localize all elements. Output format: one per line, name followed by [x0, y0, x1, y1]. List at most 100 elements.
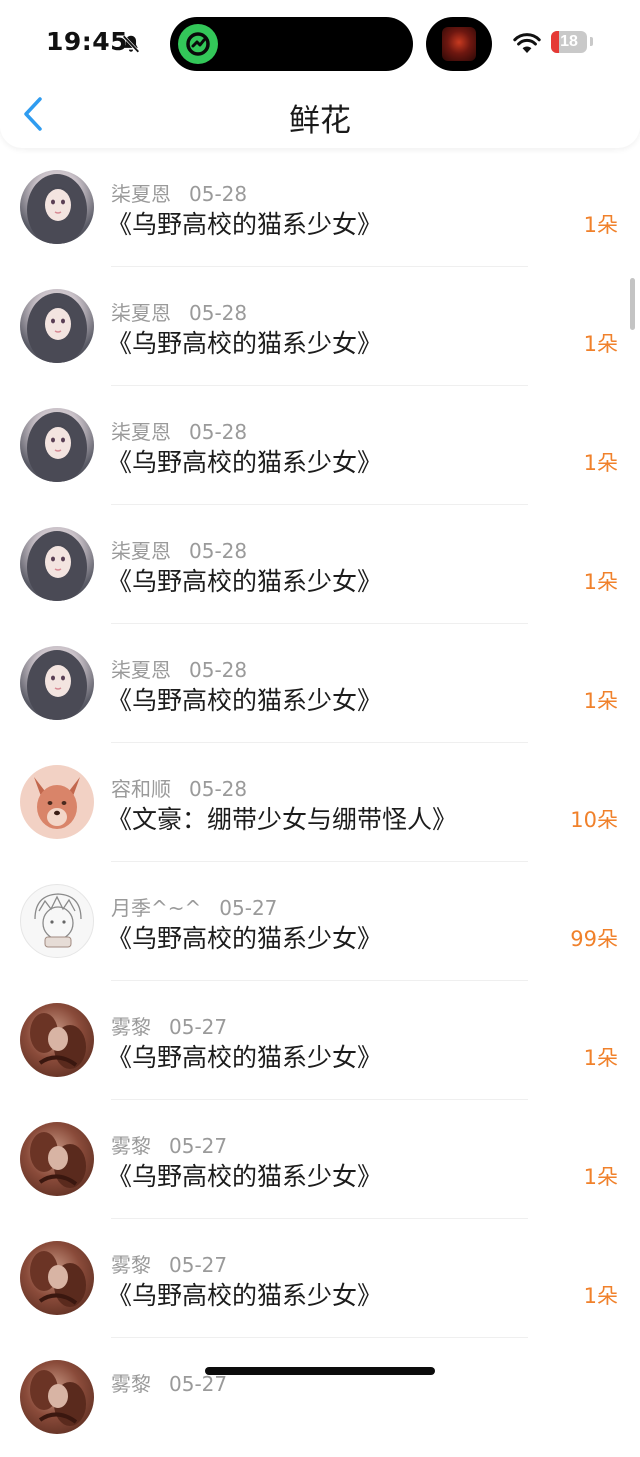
sender-name[interactable]: 柒夏恩	[111, 420, 171, 444]
list-item[interactable]: 柒夏恩 05-28 《乌野高校的猫系少女》 1朵	[0, 386, 640, 505]
list-item[interactable]: 柒夏恩 05-28 《乌野高校的猫系少女》 1朵	[0, 624, 640, 743]
book-title[interactable]: 《乌野高校的猫系少女》	[107, 681, 382, 717]
album-art-icon	[442, 27, 476, 61]
list-item[interactable]: 月季^~^ 05-27 《乌野高校的猫系少女》 99朵	[0, 862, 640, 981]
sender-name[interactable]: 雾黎	[111, 1015, 151, 1039]
sender-name[interactable]: 雾黎	[111, 1134, 151, 1158]
sender-name[interactable]: 柒夏恩	[111, 658, 171, 682]
book-title[interactable]: 《乌野高校的猫系少女》	[107, 324, 382, 360]
flower-amount: 1朵	[583, 213, 618, 237]
record-date: 05-28	[189, 777, 248, 801]
record-meta: 雾黎 05-27	[111, 1249, 227, 1278]
sender-name[interactable]: 柒夏恩	[111, 301, 171, 325]
sender-name[interactable]: 柒夏恩	[111, 182, 171, 206]
brown-avatar-icon	[30, 1251, 86, 1307]
list-item[interactable]: 雾黎 05-27 《乌野高校的猫系少女》 1朵	[0, 981, 640, 1100]
girl-avatar-icon	[27, 531, 87, 601]
flower-amount: 1朵	[583, 1284, 618, 1308]
book-title[interactable]: 《乌野高校的猫系少女》	[107, 205, 382, 241]
book-title[interactable]: 《文豪：绷带少女与绷带怪人》	[107, 800, 457, 836]
book-title[interactable]: 《乌野高校的猫系少女》	[107, 919, 382, 955]
flower-amount: 1朵	[583, 689, 618, 713]
girl-avatar-icon	[27, 412, 87, 482]
record-date: 05-28	[189, 539, 248, 563]
book-title[interactable]: 《乌野高校的猫系少女》	[107, 1276, 382, 1312]
fox-avatar-icon	[34, 777, 80, 829]
record-meta: 柒夏恩 05-28	[111, 654, 247, 683]
list-item[interactable]: 柒夏恩 05-28 《乌野高校的猫系少女》 1朵	[0, 505, 640, 624]
sender-name[interactable]: 容和顺	[111, 777, 171, 801]
brown-avatar-icon	[30, 1132, 86, 1188]
list-item[interactable]: 雾黎 05-27 《乌野高校的猫系少女》 1朵	[0, 1219, 640, 1338]
list-item[interactable]: 雾黎 05-27 《乌野高校的猫系少女》 1朵	[0, 1100, 640, 1219]
book-title[interactable]: 《乌野高校的猫系少女》	[107, 1157, 382, 1193]
avatar[interactable]	[20, 408, 94, 482]
brown-avatar-icon	[30, 1013, 86, 1069]
flower-amount: 10朵	[570, 808, 618, 832]
battery-level: 18	[560, 33, 578, 50]
battery-icon: 18	[551, 31, 587, 53]
avatar[interactable]	[20, 765, 94, 839]
record-date: 05-27	[169, 1134, 228, 1158]
record-meta: 柒夏恩 05-28	[111, 178, 247, 207]
avatar[interactable]	[20, 527, 94, 601]
girl-avatar-icon	[27, 293, 87, 363]
bell-muted-icon	[122, 35, 140, 53]
record-meta: 月季^~^ 05-27	[111, 892, 277, 921]
girl-avatar-icon	[27, 650, 87, 720]
sketch-avatar-icon	[34, 893, 82, 948]
media-thumbnail[interactable]	[426, 17, 492, 71]
avatar[interactable]	[20, 1360, 94, 1434]
list-item[interactable]: 柒夏恩 05-28 《乌野高校的猫系少女》 1朵	[0, 148, 640, 267]
flower-amount: 1朵	[583, 332, 618, 356]
home-indicator[interactable]	[205, 1367, 435, 1375]
book-title[interactable]: 《乌野高校的猫系少女》	[107, 1038, 382, 1074]
flower-amount: 1朵	[583, 570, 618, 594]
sender-name[interactable]: 柒夏恩	[111, 539, 171, 563]
avatar[interactable]	[20, 1122, 94, 1196]
flower-amount: 99朵	[570, 927, 618, 951]
wifi-icon	[513, 33, 541, 53]
record-date: 05-28	[189, 420, 248, 444]
live-activity-app-icon[interactable]	[178, 24, 218, 64]
page-title: 鲜花	[289, 103, 351, 139]
record-meta: 柒夏恩 05-28	[111, 416, 247, 445]
nav-bar: 19:45 18 鲜花	[0, 0, 640, 148]
flower-amount: 1朵	[583, 451, 618, 475]
book-title[interactable]: 《乌野高校的猫系少女》	[107, 443, 382, 479]
sender-name[interactable]: 雾黎	[111, 1372, 151, 1396]
list-item[interactable]: 容和顺 05-28 《文豪：绷带少女与绷带怪人》 10朵	[0, 743, 640, 862]
flower-amount: 1朵	[583, 1165, 618, 1189]
status-bar: 19:45 18	[0, 0, 640, 90]
record-date: 05-28	[189, 658, 248, 682]
brown-avatar-icon	[30, 1370, 86, 1426]
avatar[interactable]	[20, 884, 94, 958]
record-meta: 柒夏恩 05-28	[111, 535, 247, 564]
record-meta: 容和顺 05-28	[111, 773, 247, 802]
record-date: 05-28	[189, 301, 248, 325]
status-time: 19:45	[46, 27, 129, 56]
record-date: 05-27	[219, 896, 278, 920]
record-meta: 雾黎 05-27	[111, 1011, 227, 1040]
record-meta: 柒夏恩 05-28	[111, 297, 247, 326]
sender-name[interactable]: 月季^~^	[111, 896, 201, 920]
record-date: 05-28	[189, 182, 248, 206]
avatar[interactable]	[20, 289, 94, 363]
avatar[interactable]	[20, 170, 94, 244]
record-date: 05-27	[169, 1015, 228, 1039]
scrollbar[interactable]	[630, 278, 635, 330]
record-meta: 雾黎 05-27	[111, 1130, 227, 1159]
avatar[interactable]	[20, 646, 94, 720]
list-item[interactable]: 雾黎 05-27	[0, 1338, 640, 1457]
record-date: 05-27	[169, 1372, 228, 1396]
book-title[interactable]: 《乌野高校的猫系少女》	[107, 562, 382, 598]
list-item[interactable]: 柒夏恩 05-28 《乌野高校的猫系少女》 1朵	[0, 267, 640, 386]
avatar[interactable]	[20, 1241, 94, 1315]
record-date: 05-27	[169, 1253, 228, 1277]
girl-avatar-icon	[27, 174, 87, 244]
flower-amount: 1朵	[583, 1046, 618, 1070]
dynamic-island[interactable]	[170, 17, 413, 71]
sender-name[interactable]: 雾黎	[111, 1253, 151, 1277]
avatar[interactable]	[20, 1003, 94, 1077]
battery-tip	[590, 37, 593, 46]
